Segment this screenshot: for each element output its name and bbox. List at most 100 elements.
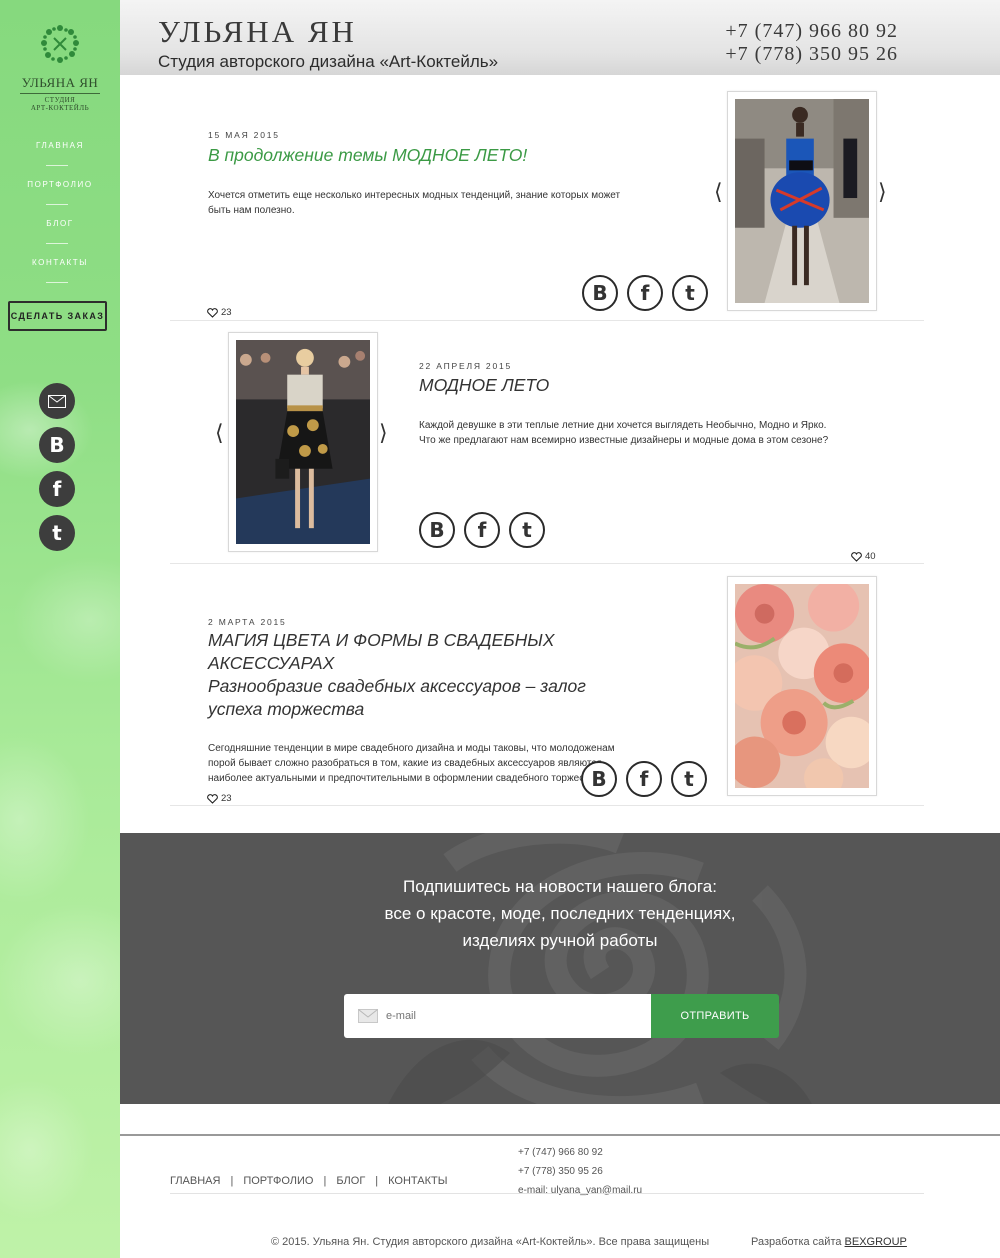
share-vk-button[interactable]: B xyxy=(582,275,618,311)
post-excerpt-line: порой бывает сложно разобраться в том, к… xyxy=(208,758,602,769)
footer-separator: | xyxy=(230,1175,234,1187)
post-excerpt-line: Сегодняшние тенденции в мире свадебного … xyxy=(208,743,615,754)
gallery-prev-arrow[interactable]: ⟨ xyxy=(215,421,224,446)
gallery-next-arrow[interactable]: ⟩ xyxy=(379,421,388,446)
subscribe-line: изделиях ручной работы xyxy=(462,931,658,950)
footer-nav: ГЛАВНАЯ | ПОРТФОЛИО | БЛОГ | КОНТАКТЫ xyxy=(170,1175,447,1187)
footer-email[interactable]: e-mail: ulyana_yan@mail.ru xyxy=(518,1181,642,1200)
heart-icon xyxy=(851,551,862,562)
logo-subtitle-2: АРТ-КОКТЕЙЛЬ xyxy=(30,104,90,112)
footer-phone-1[interactable]: +7 (747) 966 80 92 xyxy=(518,1143,642,1162)
header: УЛЬЯНА ЯН Студия авторского дизайна «Art… xyxy=(120,0,1000,75)
footer-separator: | xyxy=(323,1175,327,1187)
header-phone-1[interactable]: +7 (747) 966 80 92 xyxy=(725,20,898,43)
post-excerpt: Каждой девушке в эти теплые летние дни х… xyxy=(419,418,828,448)
share-facebook-button[interactable]: f xyxy=(627,275,663,311)
share-vk-button[interactable]: B xyxy=(581,761,617,797)
mail-icon[interactable] xyxy=(39,383,75,419)
post-excerpt-line: быть нам полезно. xyxy=(208,205,295,216)
likes-count: 23 xyxy=(221,793,232,804)
share-twitter-button[interactable]: t xyxy=(671,761,707,797)
post-title[interactable]: МАГИЯ ЦВЕТА И ФОРМЫ В СВАДЕБНЫХ АКСЕССУА… xyxy=(208,629,586,721)
email-input[interactable] xyxy=(386,1005,646,1027)
post-date: 22 АПРЕЛЯ 2015 xyxy=(419,361,513,371)
likes-counter[interactable]: 23 xyxy=(207,793,232,804)
twitter-icon: t xyxy=(522,518,532,542)
post-title-line: АКСЕССУАРАХ xyxy=(208,653,335,673)
developer-label: Разработка сайта xyxy=(751,1236,842,1248)
logo-name: УЛЬЯНА ЯН xyxy=(21,75,99,90)
facebook-icon[interactable]: f xyxy=(39,471,75,507)
heart-icon xyxy=(207,793,218,804)
subscribe-line: Подпишитесь на новости нашего блога: xyxy=(403,877,717,896)
twitter-icon: t xyxy=(684,767,694,791)
flowers-photo xyxy=(727,580,877,798)
gallery-next-arrow[interactable]: ⟩ xyxy=(878,180,887,205)
order-button[interactable]: СДЕЛАТЬ ЗАКАЗ xyxy=(8,301,107,331)
footer-separator: | xyxy=(375,1175,379,1187)
logo-subtitle: СТУДИЯ xyxy=(44,96,76,104)
post-title[interactable]: В продолжение темы МОДНОЕ ЛЕТО! xyxy=(208,144,527,167)
post-excerpt-line: наиболее актуальными и предпочтительными… xyxy=(208,773,603,784)
facebook-icon: f xyxy=(639,767,649,791)
footer-contacts: +7 (747) 966 80 92 +7 (778) 350 95 26 e-… xyxy=(518,1143,642,1200)
post-subtitle-line: успеха торжества xyxy=(208,699,365,719)
post-excerpt-line: Каждой девушке в эти теплые летние дни х… xyxy=(419,420,827,431)
developer-link[interactable]: BEXGROUP xyxy=(845,1236,907,1248)
post-title[interactable]: МОДНОЕ ЛЕТО xyxy=(419,374,549,397)
post-date: 2 МАРТА 2015 xyxy=(208,617,287,627)
sidebar-item-contacts[interactable]: КОНТАКТЫ xyxy=(0,255,120,294)
footer-divider xyxy=(120,1134,1000,1136)
runway-photo xyxy=(236,340,370,544)
share-facebook-button[interactable]: f xyxy=(626,761,662,797)
footer-link-home[interactable]: ГЛАВНАЯ xyxy=(170,1175,220,1187)
footer-link-portfolio[interactable]: ПОРТФОЛИО xyxy=(243,1175,313,1187)
post-excerpt: Сегодняшние тенденции в мире свадебного … xyxy=(208,741,615,786)
post-title-line: МАГИЯ ЦВЕТА И ФОРМЫ В СВАДЕБНЫХ xyxy=(208,630,555,650)
footer-phone-2[interactable]: +7 (778) 350 95 26 xyxy=(518,1162,642,1181)
sidebar: УЛЬЯНА ЯН СТУДИЯ АРТ-КОКТЕЙЛЬ ГЛАВНАЯ ПО… xyxy=(0,0,120,1258)
vk-icon: B xyxy=(592,281,608,305)
copyright-text: © 2015. Ульяна Ян. Студия авторского диз… xyxy=(271,1236,710,1248)
likes-counter[interactable]: 40 xyxy=(851,551,876,562)
share-twitter-button[interactable]: t xyxy=(672,275,708,311)
post-photo[interactable] xyxy=(727,91,877,311)
share-vk-button[interactable]: B xyxy=(419,512,455,548)
page-title: УЛЬЯНА ЯН xyxy=(158,14,357,49)
likes-count: 40 xyxy=(865,551,876,562)
blog-post: 15 МАЯ 2015 В продолжение темы МОДНОЕ ЛЕ… xyxy=(170,75,924,321)
sidebar-nav: ГЛАВНАЯ ПОРТФОЛИО БЛОГ КОНТАКТЫ xyxy=(0,138,120,294)
sidebar-item-home[interactable]: ГЛАВНАЯ xyxy=(0,138,120,177)
subscribe-line: все о красоте, моде, последних тенденция… xyxy=(384,904,736,923)
page-subtitle: Студия авторского дизайна «Art-Коктейль» xyxy=(158,52,499,71)
send-button[interactable]: ОТПРАВИТЬ xyxy=(651,994,779,1038)
post-excerpt-line: Что же предлагают нам всемирно известные… xyxy=(419,435,829,446)
subscribe-text: Подпишитесь на новости нашего блога: все… xyxy=(120,873,1000,954)
footer-divider-2 xyxy=(170,1193,924,1194)
facebook-icon: f xyxy=(640,281,650,305)
sidebar-item-blog[interactable]: БЛОГ xyxy=(0,216,120,255)
post-subtitle-line: Разнообразие свадебных аксессуаров – зал… xyxy=(208,676,586,696)
developer-credit: Разработка сайта BEXGROUP xyxy=(751,1236,907,1248)
twitter-icon[interactable]: t xyxy=(39,515,75,551)
footer-link-contacts[interactable]: КОНТАКТЫ xyxy=(388,1175,447,1187)
facebook-icon: f xyxy=(477,518,487,542)
share-twitter-button[interactable]: t xyxy=(509,512,545,548)
heart-icon xyxy=(207,307,218,318)
likes-counter[interactable]: 23 xyxy=(207,307,232,318)
footer-link-blog[interactable]: БЛОГ xyxy=(336,1175,365,1187)
twitter-icon: t xyxy=(685,281,695,305)
logo[interactable]: УЛЬЯНА ЯН СТУДИЯ АРТ-КОКТЕЙЛЬ xyxy=(0,22,120,112)
sidebar-item-portfolio[interactable]: ПОРТФОЛИО xyxy=(0,177,120,216)
post-photo[interactable] xyxy=(228,332,378,552)
post-photo[interactable] xyxy=(727,576,877,798)
header-phone-2[interactable]: +7 (778) 350 95 26 xyxy=(725,43,898,66)
blog-post: 2 МАРТА 2015 МАГИЯ ЦВЕТА И ФОРМЫ В СВАДЕ… xyxy=(170,564,924,806)
share-facebook-button[interactable]: f xyxy=(464,512,500,548)
gallery-prev-arrow[interactable]: ⟨ xyxy=(714,180,723,205)
post-date: 15 МАЯ 2015 xyxy=(208,130,280,140)
post-excerpt-line: Хочется отметить еще несколько интересны… xyxy=(208,190,621,201)
logo-divider xyxy=(20,93,100,94)
header-phones: +7 (747) 966 80 92 +7 (778) 350 95 26 xyxy=(725,20,898,66)
vk-icon[interactable]: B xyxy=(39,427,75,463)
